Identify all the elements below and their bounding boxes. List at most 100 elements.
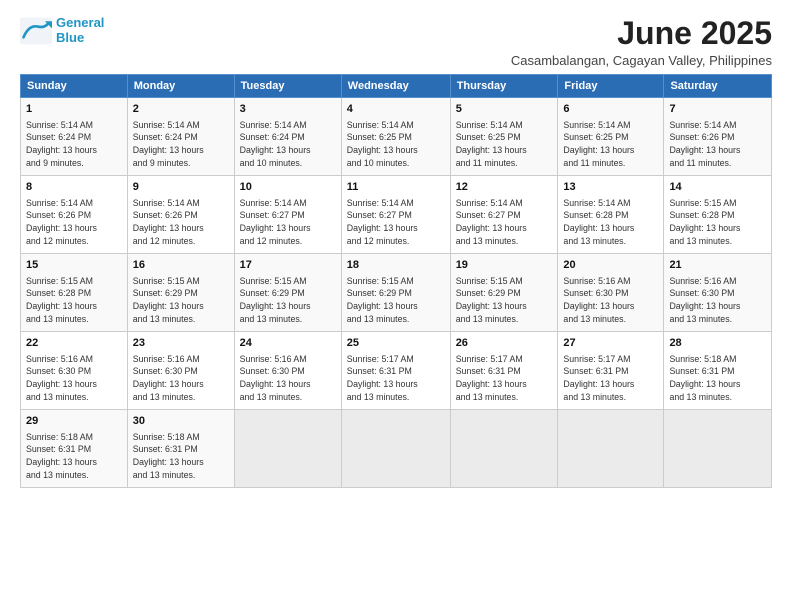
calendar-week-1: 1 Sunrise: 5:14 AM Sunset: 6:24 PM Daylig… bbox=[21, 98, 772, 176]
calendar-header-wednesday: Wednesday bbox=[341, 75, 450, 98]
day-info: Sunrise: 5:14 AM Sunset: 6:27 PM Dayligh… bbox=[347, 197, 445, 248]
calendar-cell: 4Sunrise: 5:14 AM Sunset: 6:25 PM Daylig… bbox=[341, 98, 450, 176]
location-title: Casambalangan, Cagayan Valley, Philippin… bbox=[511, 53, 772, 68]
day-number: 14 bbox=[669, 180, 766, 195]
calendar-cell: 12 Sunrise: 5:14 AM Sunset: 6:27 PM Dayli… bbox=[450, 176, 558, 254]
day-info: Sunrise: 5:16 AM Sunset: 6:30 PM Dayligh… bbox=[26, 353, 122, 404]
logo: General Blue bbox=[20, 16, 104, 46]
calendar-header-monday: Monday bbox=[127, 75, 234, 98]
calendar-header-sunday: Sunday bbox=[21, 75, 128, 98]
day-info: Sunrise: 5:14 AM Sunset: 6:28 PM Dayligh… bbox=[563, 197, 658, 248]
calendar-cell: 27 Sunrise: 5:17 AM Sunset: 6:31 PM Dayli… bbox=[558, 332, 664, 410]
calendar-cell: 7 Sunrise: 5:14 AM Sunset: 6:26 PM Daylig… bbox=[664, 98, 772, 176]
day-info: Sunrise: 5:14 AM Sunset: 6:24 PM Dayligh… bbox=[240, 119, 336, 170]
day-number: 15 bbox=[26, 258, 122, 273]
day-number: 23 bbox=[133, 336, 229, 351]
day-info: Sunrise: 5:14 AM Sunset: 6:26 PM Dayligh… bbox=[26, 197, 122, 248]
day-number: 1 bbox=[26, 102, 122, 117]
day-number: 27 bbox=[563, 336, 658, 351]
calendar-cell: 10Sunrise: 5:14 AM Sunset: 6:27 PM Dayli… bbox=[234, 176, 341, 254]
day-info: Sunrise: 5:14 AM Sunset: 6:24 PM Dayligh… bbox=[26, 119, 122, 170]
day-info: Sunrise: 5:15 AM Sunset: 6:29 PM Dayligh… bbox=[456, 275, 553, 326]
logo-icon bbox=[20, 17, 52, 45]
day-number: 29 bbox=[26, 414, 122, 429]
day-info: Sunrise: 5:14 AM Sunset: 6:25 PM Dayligh… bbox=[347, 119, 445, 170]
day-info: Sunrise: 5:15 AM Sunset: 6:29 PM Dayligh… bbox=[133, 275, 229, 326]
calendar-cell bbox=[450, 410, 558, 488]
day-number: 20 bbox=[563, 258, 658, 273]
calendar-header-thursday: Thursday bbox=[450, 75, 558, 98]
calendar-header-tuesday: Tuesday bbox=[234, 75, 341, 98]
title-block: June 2025 Casambalangan, Cagayan Valley,… bbox=[511, 16, 772, 68]
day-info: Sunrise: 5:17 AM Sunset: 6:31 PM Dayligh… bbox=[347, 353, 445, 404]
calendar-cell: 5 Sunrise: 5:14 AM Sunset: 6:25 PM Daylig… bbox=[450, 98, 558, 176]
day-number: 8 bbox=[26, 180, 122, 195]
calendar-cell: 24 Sunrise: 5:16 AM Sunset: 6:30 PM Dayli… bbox=[234, 332, 341, 410]
day-number: 18 bbox=[347, 258, 445, 273]
calendar-week-4: 22 Sunrise: 5:16 AM Sunset: 6:30 PM Dayli… bbox=[21, 332, 772, 410]
day-number: 3 bbox=[240, 102, 336, 117]
day-info: Sunrise: 5:14 AM Sunset: 6:26 PM Dayligh… bbox=[133, 197, 229, 248]
month-title: June 2025 bbox=[511, 16, 772, 51]
calendar-cell: 30Sunrise: 5:18 AM Sunset: 6:31 PM Dayli… bbox=[127, 410, 234, 488]
calendar-header-friday: Friday bbox=[558, 75, 664, 98]
calendar-cell bbox=[558, 410, 664, 488]
logo-text: General Blue bbox=[56, 16, 104, 46]
day-number: 2 bbox=[133, 102, 229, 117]
calendar-cell: 18 Sunrise: 5:15 AM Sunset: 6:29 PM Dayli… bbox=[341, 254, 450, 332]
calendar-cell: 22 Sunrise: 5:16 AM Sunset: 6:30 PM Dayli… bbox=[21, 332, 128, 410]
day-number: 13 bbox=[563, 180, 658, 195]
calendar-cell: 15 Sunrise: 5:15 AM Sunset: 6:28 PM Dayli… bbox=[21, 254, 128, 332]
calendar-cell: 8 Sunrise: 5:14 AM Sunset: 6:26 PM Daylig… bbox=[21, 176, 128, 254]
calendar-cell: 20 Sunrise: 5:16 AM Sunset: 6:30 PM Dayli… bbox=[558, 254, 664, 332]
calendar-header-row: SundayMondayTuesdayWednesdayThursdayFrid… bbox=[21, 75, 772, 98]
day-info: Sunrise: 5:18 AM Sunset: 6:31 PM Dayligh… bbox=[26, 431, 122, 482]
calendar-cell: 2 Sunrise: 5:14 AM Sunset: 6:24 PM Daylig… bbox=[127, 98, 234, 176]
day-info: Sunrise: 5:14 AM Sunset: 6:25 PM Dayligh… bbox=[563, 119, 658, 170]
day-number: 22 bbox=[26, 336, 122, 351]
day-number: 7 bbox=[669, 102, 766, 117]
day-info: Sunrise: 5:18 AM Sunset: 6:31 PM Dayligh… bbox=[133, 431, 229, 482]
calendar-cell: 19 Sunrise: 5:15 AM Sunset: 6:29 PM Dayli… bbox=[450, 254, 558, 332]
calendar-cell: 6 Sunrise: 5:14 AM Sunset: 6:25 PM Daylig… bbox=[558, 98, 664, 176]
day-info: Sunrise: 5:14 AM Sunset: 6:26 PM Dayligh… bbox=[669, 119, 766, 170]
day-info: Sunrise: 5:15 AM Sunset: 6:29 PM Dayligh… bbox=[240, 275, 336, 326]
calendar-cell: 25Sunrise: 5:17 AM Sunset: 6:31 PM Dayli… bbox=[341, 332, 450, 410]
calendar-cell: 16 Sunrise: 5:15 AM Sunset: 6:29 PM Dayli… bbox=[127, 254, 234, 332]
calendar-cell bbox=[341, 410, 450, 488]
day-info: Sunrise: 5:16 AM Sunset: 6:30 PM Dayligh… bbox=[669, 275, 766, 326]
calendar-cell: 1 Sunrise: 5:14 AM Sunset: 6:24 PM Daylig… bbox=[21, 98, 128, 176]
calendar-header-saturday: Saturday bbox=[664, 75, 772, 98]
header: General Blue June 2025 Casambalangan, Ca… bbox=[20, 16, 772, 68]
day-number: 24 bbox=[240, 336, 336, 351]
day-info: Sunrise: 5:14 AM Sunset: 6:25 PM Dayligh… bbox=[456, 119, 553, 170]
day-info: Sunrise: 5:16 AM Sunset: 6:30 PM Dayligh… bbox=[563, 275, 658, 326]
day-info: Sunrise: 5:16 AM Sunset: 6:30 PM Dayligh… bbox=[240, 353, 336, 404]
day-info: Sunrise: 5:15 AM Sunset: 6:29 PM Dayligh… bbox=[347, 275, 445, 326]
day-number: 16 bbox=[133, 258, 229, 273]
day-info: Sunrise: 5:17 AM Sunset: 6:31 PM Dayligh… bbox=[563, 353, 658, 404]
day-number: 19 bbox=[456, 258, 553, 273]
calendar-cell: 11 Sunrise: 5:14 AM Sunset: 6:27 PM Dayli… bbox=[341, 176, 450, 254]
calendar-cell: 23 Sunrise: 5:16 AM Sunset: 6:30 PM Dayli… bbox=[127, 332, 234, 410]
day-info: Sunrise: 5:18 AM Sunset: 6:31 PM Dayligh… bbox=[669, 353, 766, 404]
calendar-cell: 3 Sunrise: 5:14 AM Sunset: 6:24 PM Daylig… bbox=[234, 98, 341, 176]
day-info: Sunrise: 5:14 AM Sunset: 6:24 PM Dayligh… bbox=[133, 119, 229, 170]
day-number: 26 bbox=[456, 336, 553, 351]
day-info: Sunrise: 5:15 AM Sunset: 6:28 PM Dayligh… bbox=[26, 275, 122, 326]
calendar-cell: 26 Sunrise: 5:17 AM Sunset: 6:31 PM Dayli… bbox=[450, 332, 558, 410]
calendar-week-3: 15 Sunrise: 5:15 AM Sunset: 6:28 PM Dayli… bbox=[21, 254, 772, 332]
day-number: 12 bbox=[456, 180, 553, 195]
day-number: 17 bbox=[240, 258, 336, 273]
day-number: 6 bbox=[563, 102, 658, 117]
day-number: 5 bbox=[456, 102, 553, 117]
day-number: 21 bbox=[669, 258, 766, 273]
calendar-cell bbox=[234, 410, 341, 488]
day-info: Sunrise: 5:17 AM Sunset: 6:31 PM Dayligh… bbox=[456, 353, 553, 404]
page: General Blue June 2025 Casambalangan, Ca… bbox=[0, 0, 792, 612]
day-info: Sunrise: 5:16 AM Sunset: 6:30 PM Dayligh… bbox=[133, 353, 229, 404]
day-number: 11 bbox=[347, 180, 445, 195]
calendar-cell: 29 Sunrise: 5:18 AM Sunset: 6:31 PM Dayli… bbox=[21, 410, 128, 488]
day-number: 9 bbox=[133, 180, 229, 195]
day-info: Sunrise: 5:14 AM Sunset: 6:27 PM Dayligh… bbox=[456, 197, 553, 248]
